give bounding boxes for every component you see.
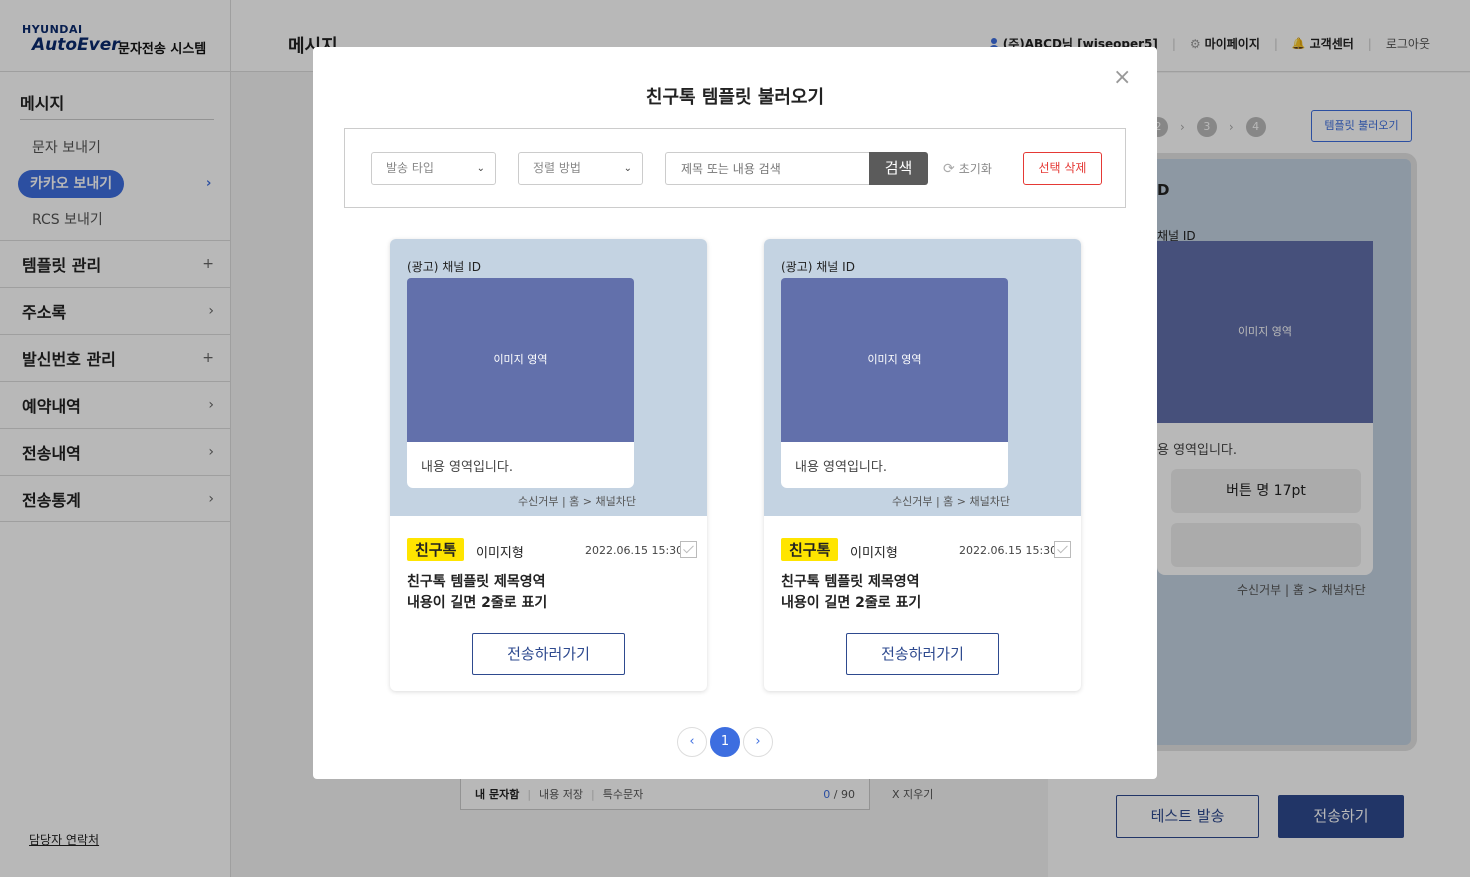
card-body-text: 내용 영역입니다.: [795, 460, 887, 475]
card-preview: (광고) 채널 ID 이미지 영역 내용 영역입니다. 수신거부 | 홈 > 채…: [764, 239, 1081, 516]
card-preview: (광고) 채널 ID 이미지 영역 내용 영역입니다. 수신거부 | 홈 > 채…: [390, 239, 707, 516]
reset-button[interactable]: ⟳ 초기화: [943, 160, 992, 177]
template-load-modal: 친구톡 템플릿 불러오기 × 발송 타입 ⌄ 정렬 방법 ⌄ 검색 ⟳ 초기화 …: [313, 47, 1157, 779]
card-title-line2: 내용이 길면 2줄로 표기: [407, 595, 548, 611]
go-send-button[interactable]: 전송하러가기: [846, 633, 999, 675]
friendtalk-badge: 친구톡: [781, 538, 839, 561]
card-channel: (광고) 채널 ID: [407, 260, 481, 274]
card-body-text: 내용 영역입니다.: [421, 460, 513, 475]
card-checkbox[interactable]: [1054, 541, 1071, 558]
card-body: 내용 영역입니다.: [781, 442, 1008, 488]
chevron-down-icon: ⌄: [623, 163, 632, 174]
chevron-down-icon: ⌄: [476, 163, 485, 174]
card-date: 2022.06.15 15:30: [959, 544, 1058, 557]
friendtalk-badge: 친구톡: [407, 538, 465, 561]
next-page-button[interactable]: ›: [743, 727, 773, 757]
card-date: 2022.06.15 15:30: [585, 544, 684, 557]
card-title-line1: 친구톡 템플릿 제목영역: [781, 574, 920, 590]
card-type: 이미지형: [476, 546, 524, 561]
search-button[interactable]: 검색: [869, 152, 928, 185]
modal-title: 친구톡 템플릿 불러오기: [645, 87, 825, 108]
close-icon[interactable]: ×: [1113, 65, 1131, 90]
card-title-line1: 친구톡 템플릿 제목영역: [407, 574, 546, 590]
card-footer: 수신거부 | 홈 > 채널차단: [892, 495, 1010, 508]
page-button[interactable]: 1: [710, 727, 740, 757]
refresh-icon: ⟳: [943, 160, 955, 177]
card-body: 내용 영역입니다.: [407, 442, 634, 488]
template-card: (광고) 채널 ID 이미지 영역 내용 영역입니다. 수신거부 | 홈 > 채…: [764, 239, 1081, 691]
delete-selected-button[interactable]: 선택 삭제: [1023, 152, 1102, 185]
card-channel: (광고) 채널 ID: [781, 260, 855, 274]
sort-value: 정렬 방법: [533, 161, 581, 175]
go-send-button[interactable]: 전송하러가기: [472, 633, 625, 675]
card-type: 이미지형: [850, 546, 898, 561]
card-title-line2: 내용이 길면 2줄로 표기: [781, 595, 922, 611]
card-checkbox[interactable]: [680, 541, 697, 558]
prev-page-button[interactable]: ‹: [677, 727, 707, 757]
send-type-select[interactable]: 발송 타입 ⌄: [371, 152, 496, 185]
search-input[interactable]: [665, 152, 870, 185]
card-image-area: 이미지 영역: [781, 278, 1008, 442]
sort-select[interactable]: 정렬 방법 ⌄: [518, 152, 643, 185]
send-type-value: 발송 타입: [386, 161, 434, 175]
filter-bar: 발송 타입 ⌄ 정렬 방법 ⌄ 검색 ⟳ 초기화 선택 삭제: [344, 128, 1126, 208]
template-card: (광고) 채널 ID 이미지 영역 내용 영역입니다. 수신거부 | 홈 > 채…: [390, 239, 707, 691]
reset-label: 초기화: [958, 162, 992, 176]
pagination: ‹ 1 ›: [677, 727, 773, 757]
card-image-area: 이미지 영역: [407, 278, 634, 442]
card-footer: 수신거부 | 홈 > 채널차단: [518, 495, 636, 508]
